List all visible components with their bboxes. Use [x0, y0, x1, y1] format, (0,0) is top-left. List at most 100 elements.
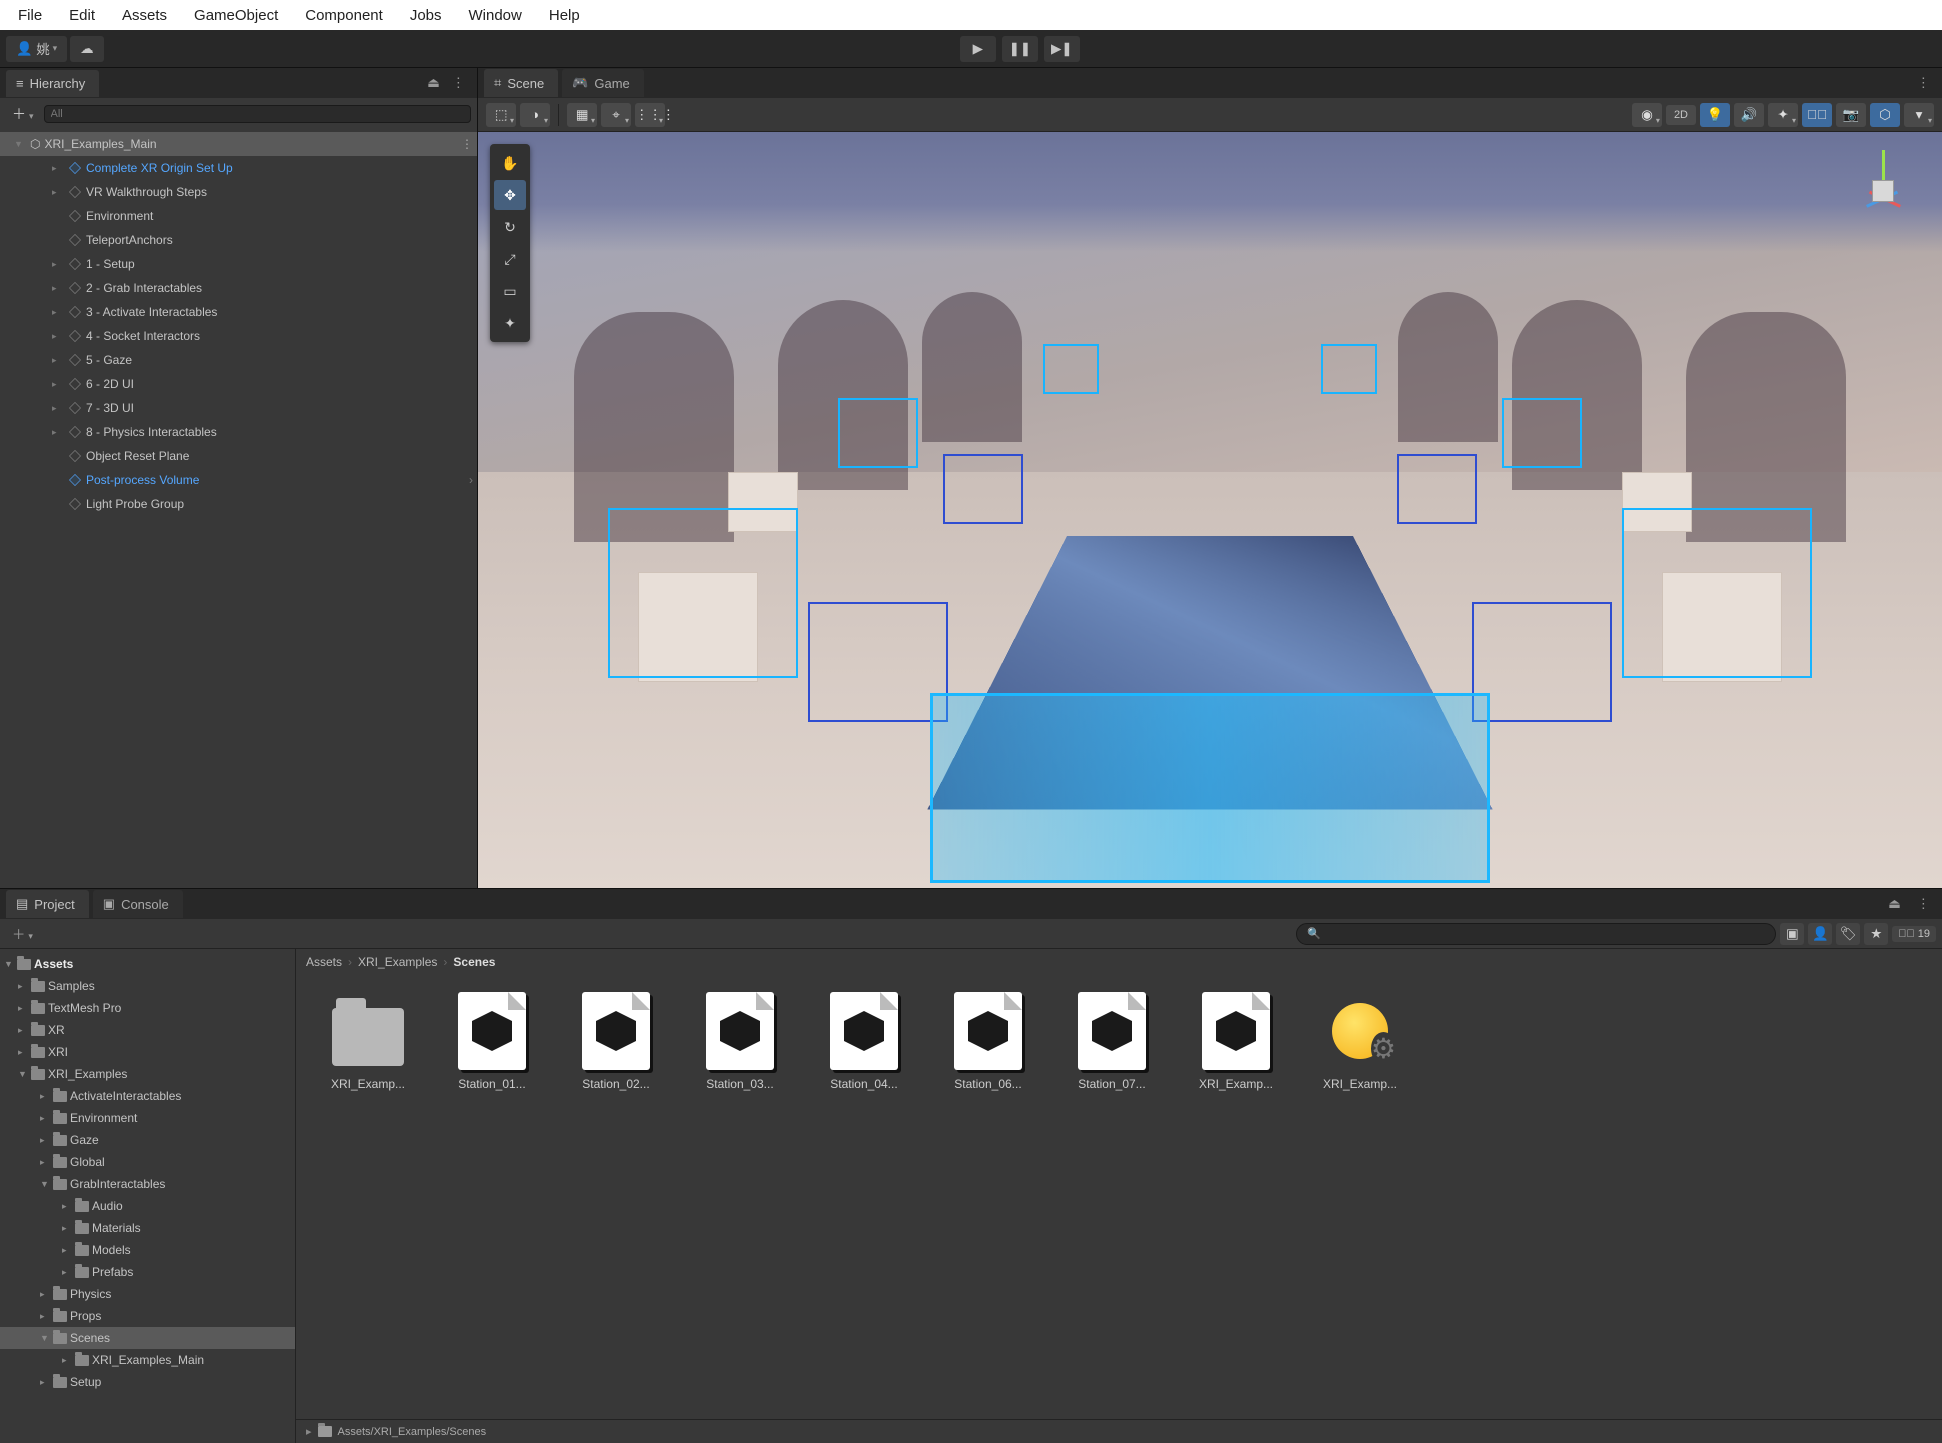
- asset-item[interactable]: Station_02...: [564, 991, 668, 1091]
- fold-icon[interactable]: ▼: [40, 1333, 50, 1343]
- fold-icon[interactable]: ▸: [62, 1355, 72, 1366]
- fold-icon[interactable]: ▸: [52, 379, 64, 390]
- lighting-toggle[interactable]: 💡: [1700, 103, 1730, 127]
- fold-icon[interactable]: ▼: [4, 959, 14, 969]
- menu-component[interactable]: Component: [293, 3, 395, 28]
- project-lock-icon[interactable]: ⏏: [1882, 893, 1907, 915]
- fold-icon[interactable]: ▸: [40, 1377, 50, 1388]
- hierarchy-item[interactable]: Light Probe Group: [0, 492, 477, 516]
- hand-tool[interactable]: ✋: [494, 148, 526, 178]
- hierarchy-item[interactable]: ▸7 - 3D UI: [0, 396, 477, 420]
- assets-root-row[interactable]: ▼ Assets: [0, 953, 295, 975]
- fold-icon[interactable]: ▸: [52, 331, 64, 342]
- camera-dropdown[interactable]: ◉: [1632, 103, 1662, 127]
- project-tree-item[interactable]: ▸Global: [0, 1151, 295, 1173]
- project-tree-item[interactable]: ▸XRI: [0, 1041, 295, 1063]
- project-tree-item[interactable]: ▸Prefabs: [0, 1261, 295, 1283]
- rect-tool[interactable]: ▭: [494, 276, 526, 306]
- hierarchy-item[interactable]: ▸Complete XR Origin Set Up: [0, 156, 477, 180]
- chevron-right-icon[interactable]: ›: [469, 473, 473, 487]
- visibility-toggle[interactable]: 👁⃠: [1802, 103, 1832, 127]
- breadcrumb-item[interactable]: XRI_Examples: [358, 955, 437, 969]
- fold-icon[interactable]: ▸: [40, 1157, 50, 1168]
- transform-tool[interactable]: ✦: [494, 308, 526, 338]
- fold-icon[interactable]: ▸: [40, 1289, 50, 1300]
- project-tree-item[interactable]: ▸Samples: [0, 975, 295, 997]
- fold-icon[interactable]: ▸: [52, 355, 64, 366]
- project-tree-item[interactable]: ▸XRI_Examples_Main: [0, 1349, 295, 1371]
- fold-icon[interactable]: ▸: [18, 1047, 28, 1058]
- project-tree-item[interactable]: ▸Gaze: [0, 1129, 295, 1151]
- hierarchy-item[interactable]: ▸2 - Grab Interactables: [0, 276, 477, 300]
- draw-mode-dropdown[interactable]: ⬚: [486, 103, 516, 127]
- project-tree-item[interactable]: ▸Physics: [0, 1283, 295, 1305]
- project-tree-item[interactable]: ▸Props: [0, 1305, 295, 1327]
- scene-menu-icon[interactable]: ⋮: [461, 137, 473, 151]
- hierarchy-item[interactable]: Object Reset Plane: [0, 444, 477, 468]
- gizmos-dropdown[interactable]: ▾: [1904, 103, 1934, 127]
- menu-file[interactable]: File: [6, 3, 54, 28]
- scene-tab[interactable]: ⌗Scene: [484, 69, 558, 97]
- hierarchy-tree[interactable]: ▼ ⬡ XRI_Examples_Main ⋮ ▸Complete XR Ori…: [0, 130, 477, 888]
- asset-item[interactable]: XRI_Examp...: [316, 991, 420, 1091]
- favorite-icon[interactable]: ★: [1864, 923, 1888, 945]
- play-button[interactable]: ▶: [960, 36, 996, 62]
- asset-grid[interactable]: XRI_Examp...Station_01...Station_02...St…: [296, 975, 1942, 1419]
- hidden-count-badge[interactable]: 👁⃠19: [1892, 926, 1936, 942]
- orientation-gizmo[interactable]: [1838, 146, 1928, 236]
- fold-icon[interactable]: ▸: [52, 187, 64, 198]
- asset-item[interactable]: Station_01...: [440, 991, 544, 1091]
- project-tree-item[interactable]: ▸Materials: [0, 1217, 295, 1239]
- asset-item[interactable]: XRI_Examp...: [1308, 991, 1412, 1091]
- fold-icon[interactable]: ▸: [52, 427, 64, 438]
- hierarchy-item[interactable]: ▸8 - Physics Interactables: [0, 420, 477, 444]
- step-button[interactable]: ▶❚: [1044, 36, 1080, 62]
- project-tree-item[interactable]: ▸Audio: [0, 1195, 295, 1217]
- camera-icon[interactable]: 📷: [1836, 103, 1866, 127]
- project-tree[interactable]: ▼ Assets ▸Samples▸TextMesh Pro▸XR▸XRI▼XR…: [0, 949, 296, 1443]
- fold-icon[interactable]: ▸: [62, 1267, 72, 1278]
- fold-icon[interactable]: ▸: [18, 1003, 28, 1014]
- search-save-icon[interactable]: 🏷: [1836, 923, 1860, 945]
- project-tree-item[interactable]: ▼GrabInteractables: [0, 1173, 295, 1195]
- fold-icon[interactable]: ▸: [52, 307, 64, 318]
- fold-icon[interactable]: ▸: [62, 1201, 72, 1212]
- project-add-button[interactable]: ＋: [6, 921, 39, 946]
- fold-icon[interactable]: ▸: [40, 1311, 50, 1322]
- menu-help[interactable]: Help: [537, 3, 592, 28]
- hierarchy-item[interactable]: ▸1 - Setup: [0, 252, 477, 276]
- fold-icon[interactable]: ▸: [52, 283, 64, 294]
- menu-edit[interactable]: Edit: [57, 3, 107, 28]
- snap-dropdown[interactable]: ⌖: [601, 103, 631, 127]
- fold-icon[interactable]: ▸: [18, 1025, 28, 1036]
- fold-icon[interactable]: ▼: [18, 1069, 28, 1079]
- fold-icon[interactable]: ▸: [62, 1245, 72, 1256]
- project-tree-item[interactable]: ▼Scenes: [0, 1327, 295, 1349]
- search-by-label-icon[interactable]: 👤: [1808, 923, 1832, 945]
- scale-tool[interactable]: ⤢: [494, 244, 526, 274]
- hierarchy-item[interactable]: ▸4 - Socket Interactors: [0, 324, 477, 348]
- hierarchy-item[interactable]: Environment: [0, 204, 477, 228]
- breadcrumb-item[interactable]: Scenes: [453, 955, 495, 969]
- asset-item[interactable]: Station_07...: [1060, 991, 1164, 1091]
- project-tree-item[interactable]: ▸Environment: [0, 1107, 295, 1129]
- asset-item[interactable]: Station_06...: [936, 991, 1040, 1091]
- gizmo-toggle[interactable]: ⬡: [1870, 103, 1900, 127]
- fold-icon[interactable]: ▼: [40, 1179, 50, 1189]
- hierarchy-search-input[interactable]: [44, 105, 471, 123]
- scene-root-row[interactable]: ▼ ⬡ XRI_Examples_Main ⋮: [0, 132, 477, 156]
- hierarchy-item[interactable]: ▸3 - Activate Interactables: [0, 300, 477, 324]
- chevron-right-icon[interactable]: ▸: [306, 1425, 312, 1438]
- menu-gameobject[interactable]: GameObject: [182, 3, 290, 28]
- hierarchy-item[interactable]: Post-process Volume›: [0, 468, 477, 492]
- fold-icon[interactable]: ▼: [14, 139, 26, 149]
- hierarchy-item[interactable]: ▸VR Walkthrough Steps: [0, 180, 477, 204]
- fold-icon[interactable]: ▸: [52, 259, 64, 270]
- menu-assets[interactable]: Assets: [110, 3, 179, 28]
- breadcrumb-item[interactable]: Assets: [306, 955, 342, 969]
- hierarchy-lock-icon[interactable]: ⏏: [421, 72, 446, 94]
- project-tree-item[interactable]: ▼XRI_Examples: [0, 1063, 295, 1085]
- hierarchy-item[interactable]: ▸6 - 2D UI: [0, 372, 477, 396]
- project-tree-item[interactable]: ▸TextMesh Pro: [0, 997, 295, 1019]
- shading-dropdown[interactable]: ◑: [520, 103, 550, 127]
